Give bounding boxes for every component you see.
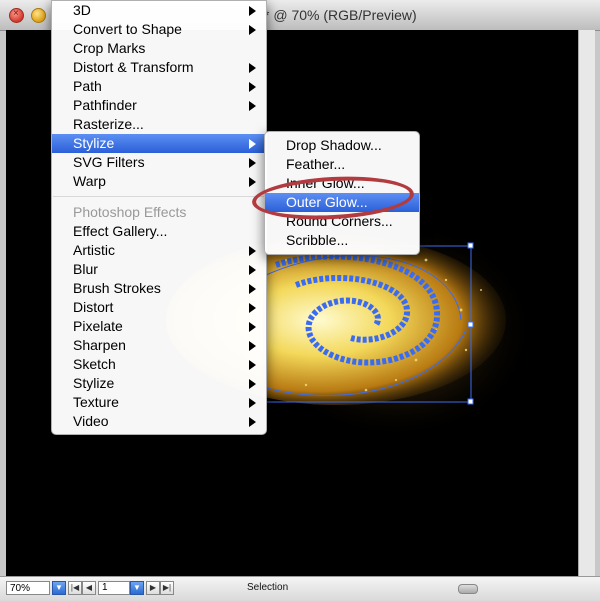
zoom-field[interactable]: 70% bbox=[6, 581, 50, 595]
submenu-arrow-icon bbox=[249, 360, 256, 370]
menu-item-3d[interactable]: 3D bbox=[52, 1, 266, 20]
menu-item-artistic[interactable]: Artistic bbox=[52, 241, 266, 260]
menu-item-pixelate[interactable]: Pixelate bbox=[52, 317, 266, 336]
submenu-arrow-icon bbox=[249, 322, 256, 332]
document-title: * @ 70% (RGB/Preview) bbox=[264, 7, 417, 23]
minimize-icon[interactable] bbox=[31, 8, 46, 23]
menu-item-crop-marks[interactable]: Crop Marks bbox=[52, 39, 266, 58]
menu-item-convert-to-shape[interactable]: Convert to Shape bbox=[52, 20, 266, 39]
submenu-arrow-icon bbox=[249, 303, 256, 313]
vertical-scrollbar[interactable] bbox=[578, 30, 595, 576]
menu-item-sketch[interactable]: Sketch bbox=[52, 355, 266, 374]
menu-item-pathfinder[interactable]: Pathfinder bbox=[52, 96, 266, 115]
submenu-arrow-icon bbox=[249, 265, 256, 275]
close-icon[interactable]: × bbox=[9, 8, 24, 23]
submenu-arrow-icon bbox=[249, 177, 256, 187]
menu-item-rasterize[interactable]: Rasterize... bbox=[52, 115, 266, 134]
menu-item-distort[interactable]: Distort bbox=[52, 298, 266, 317]
page-field[interactable]: 1 bbox=[98, 581, 130, 595]
submenu-arrow-icon bbox=[249, 6, 256, 16]
submenu-arrow-icon bbox=[249, 101, 256, 111]
submenu-arrow-icon bbox=[249, 398, 256, 408]
effect-menu: 3D Convert to Shape Crop Marks Distort &… bbox=[51, 0, 267, 435]
status-text[interactable]: Selection bbox=[247, 582, 288, 593]
status-bar: 70% ▼ |◀ ◀ 1 ▼ ▶ ▶| Selection bbox=[0, 576, 600, 601]
submenu-arrow-icon bbox=[249, 379, 256, 389]
next-page-icon[interactable]: ▶ bbox=[146, 581, 160, 595]
submenu-arrow-icon bbox=[249, 82, 256, 92]
menu-item-effect-gallery[interactable]: Effect Gallery... bbox=[52, 222, 266, 241]
submenu-arrow-icon bbox=[249, 158, 256, 168]
menu-item-path[interactable]: Path bbox=[52, 77, 266, 96]
submenu-arrow-icon bbox=[249, 341, 256, 351]
dropdown-arrow-icon[interactable]: ▼ bbox=[130, 581, 144, 595]
submenu-arrow-icon bbox=[249, 139, 256, 149]
submenu-item-drop-shadow[interactable]: Drop Shadow... bbox=[265, 136, 419, 155]
menu-item-texture[interactable]: Texture bbox=[52, 393, 266, 412]
submenu-arrow-icon bbox=[249, 417, 256, 427]
menu-item-svg-filters[interactable]: SVG Filters bbox=[52, 153, 266, 172]
menu-item-sharpen[interactable]: Sharpen bbox=[52, 336, 266, 355]
submenu-arrow-icon bbox=[249, 25, 256, 35]
menu-item-stylize[interactable]: Stylize bbox=[52, 134, 266, 153]
menu-item-distort-transform[interactable]: Distort & Transform bbox=[52, 58, 266, 77]
first-page-icon[interactable]: |◀ bbox=[68, 581, 82, 595]
horizontal-scrollbar-thumb[interactable] bbox=[458, 584, 478, 594]
menu-separator bbox=[53, 196, 265, 197]
submenu-arrow-icon bbox=[249, 246, 256, 256]
prev-page-icon[interactable]: ◀ bbox=[82, 581, 96, 595]
menu-item-warp[interactable]: Warp bbox=[52, 172, 266, 191]
submenu-item-feather[interactable]: Feather... bbox=[265, 155, 419, 174]
menu-item-blur[interactable]: Blur bbox=[52, 260, 266, 279]
dropdown-arrow-icon[interactable]: ▼ bbox=[52, 581, 66, 595]
menu-item-video[interactable]: Video bbox=[52, 412, 266, 431]
submenu-arrow-icon bbox=[249, 284, 256, 294]
submenu-arrow-icon bbox=[249, 63, 256, 73]
menu-item-ps-stylize[interactable]: Stylize bbox=[52, 374, 266, 393]
menu-item-brush-strokes[interactable]: Brush Strokes bbox=[52, 279, 266, 298]
submenu-item-scribble[interactable]: Scribble... bbox=[265, 231, 419, 250]
last-page-icon[interactable]: ▶| bbox=[160, 581, 174, 595]
menu-section-header: Photoshop Effects bbox=[73, 204, 187, 220]
